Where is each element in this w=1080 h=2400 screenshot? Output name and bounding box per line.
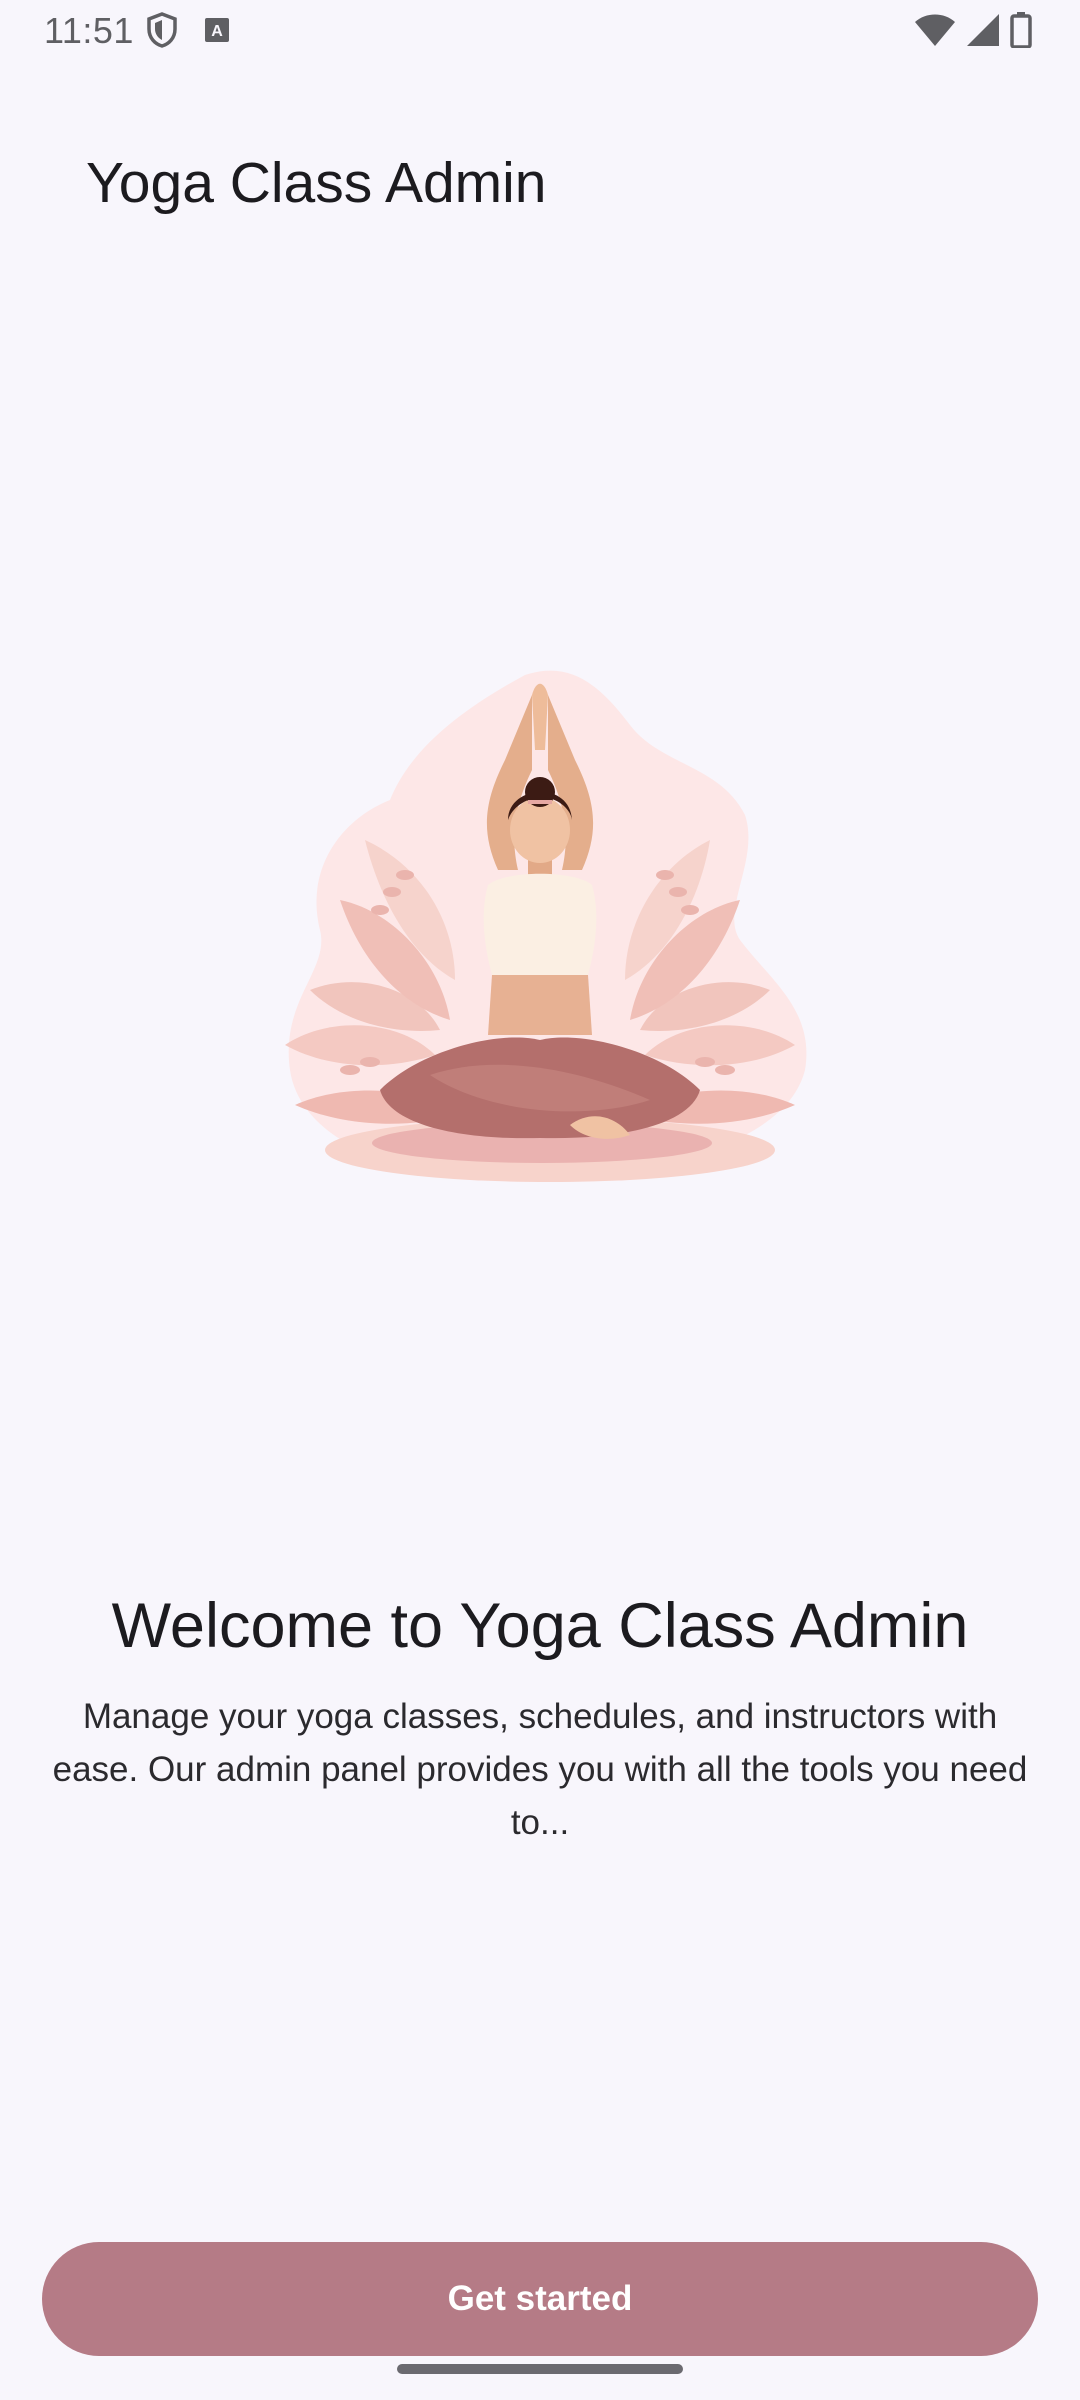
shield-icon bbox=[146, 12, 178, 53]
welcome-description: Manage your yoga classes, schedules, and… bbox=[52, 1697, 1028, 1842]
status-time: 11:51 bbox=[44, 10, 134, 51]
keyboard-a-icon: A bbox=[204, 16, 230, 49]
get-started-button[interactable]: Get started bbox=[42, 2242, 1038, 2356]
cell-signal-icon bbox=[966, 13, 1000, 52]
status-bar: 11:51 A bbox=[0, 0, 1080, 62]
status-left-icons: A bbox=[146, 12, 230, 53]
welcome-title: Welcome to Yoga Class Admin bbox=[111, 1591, 969, 1661]
status-right-icons bbox=[914, 12, 1032, 53]
app-title: Yoga Class Admin bbox=[86, 151, 547, 215]
gesture-nav-handle[interactable] bbox=[397, 2364, 683, 2374]
yoga-woman-illustration bbox=[270, 670, 810, 1190]
svg-text:A: A bbox=[211, 23, 223, 40]
battery-icon bbox=[1010, 12, 1032, 53]
wifi-icon bbox=[914, 13, 956, 52]
